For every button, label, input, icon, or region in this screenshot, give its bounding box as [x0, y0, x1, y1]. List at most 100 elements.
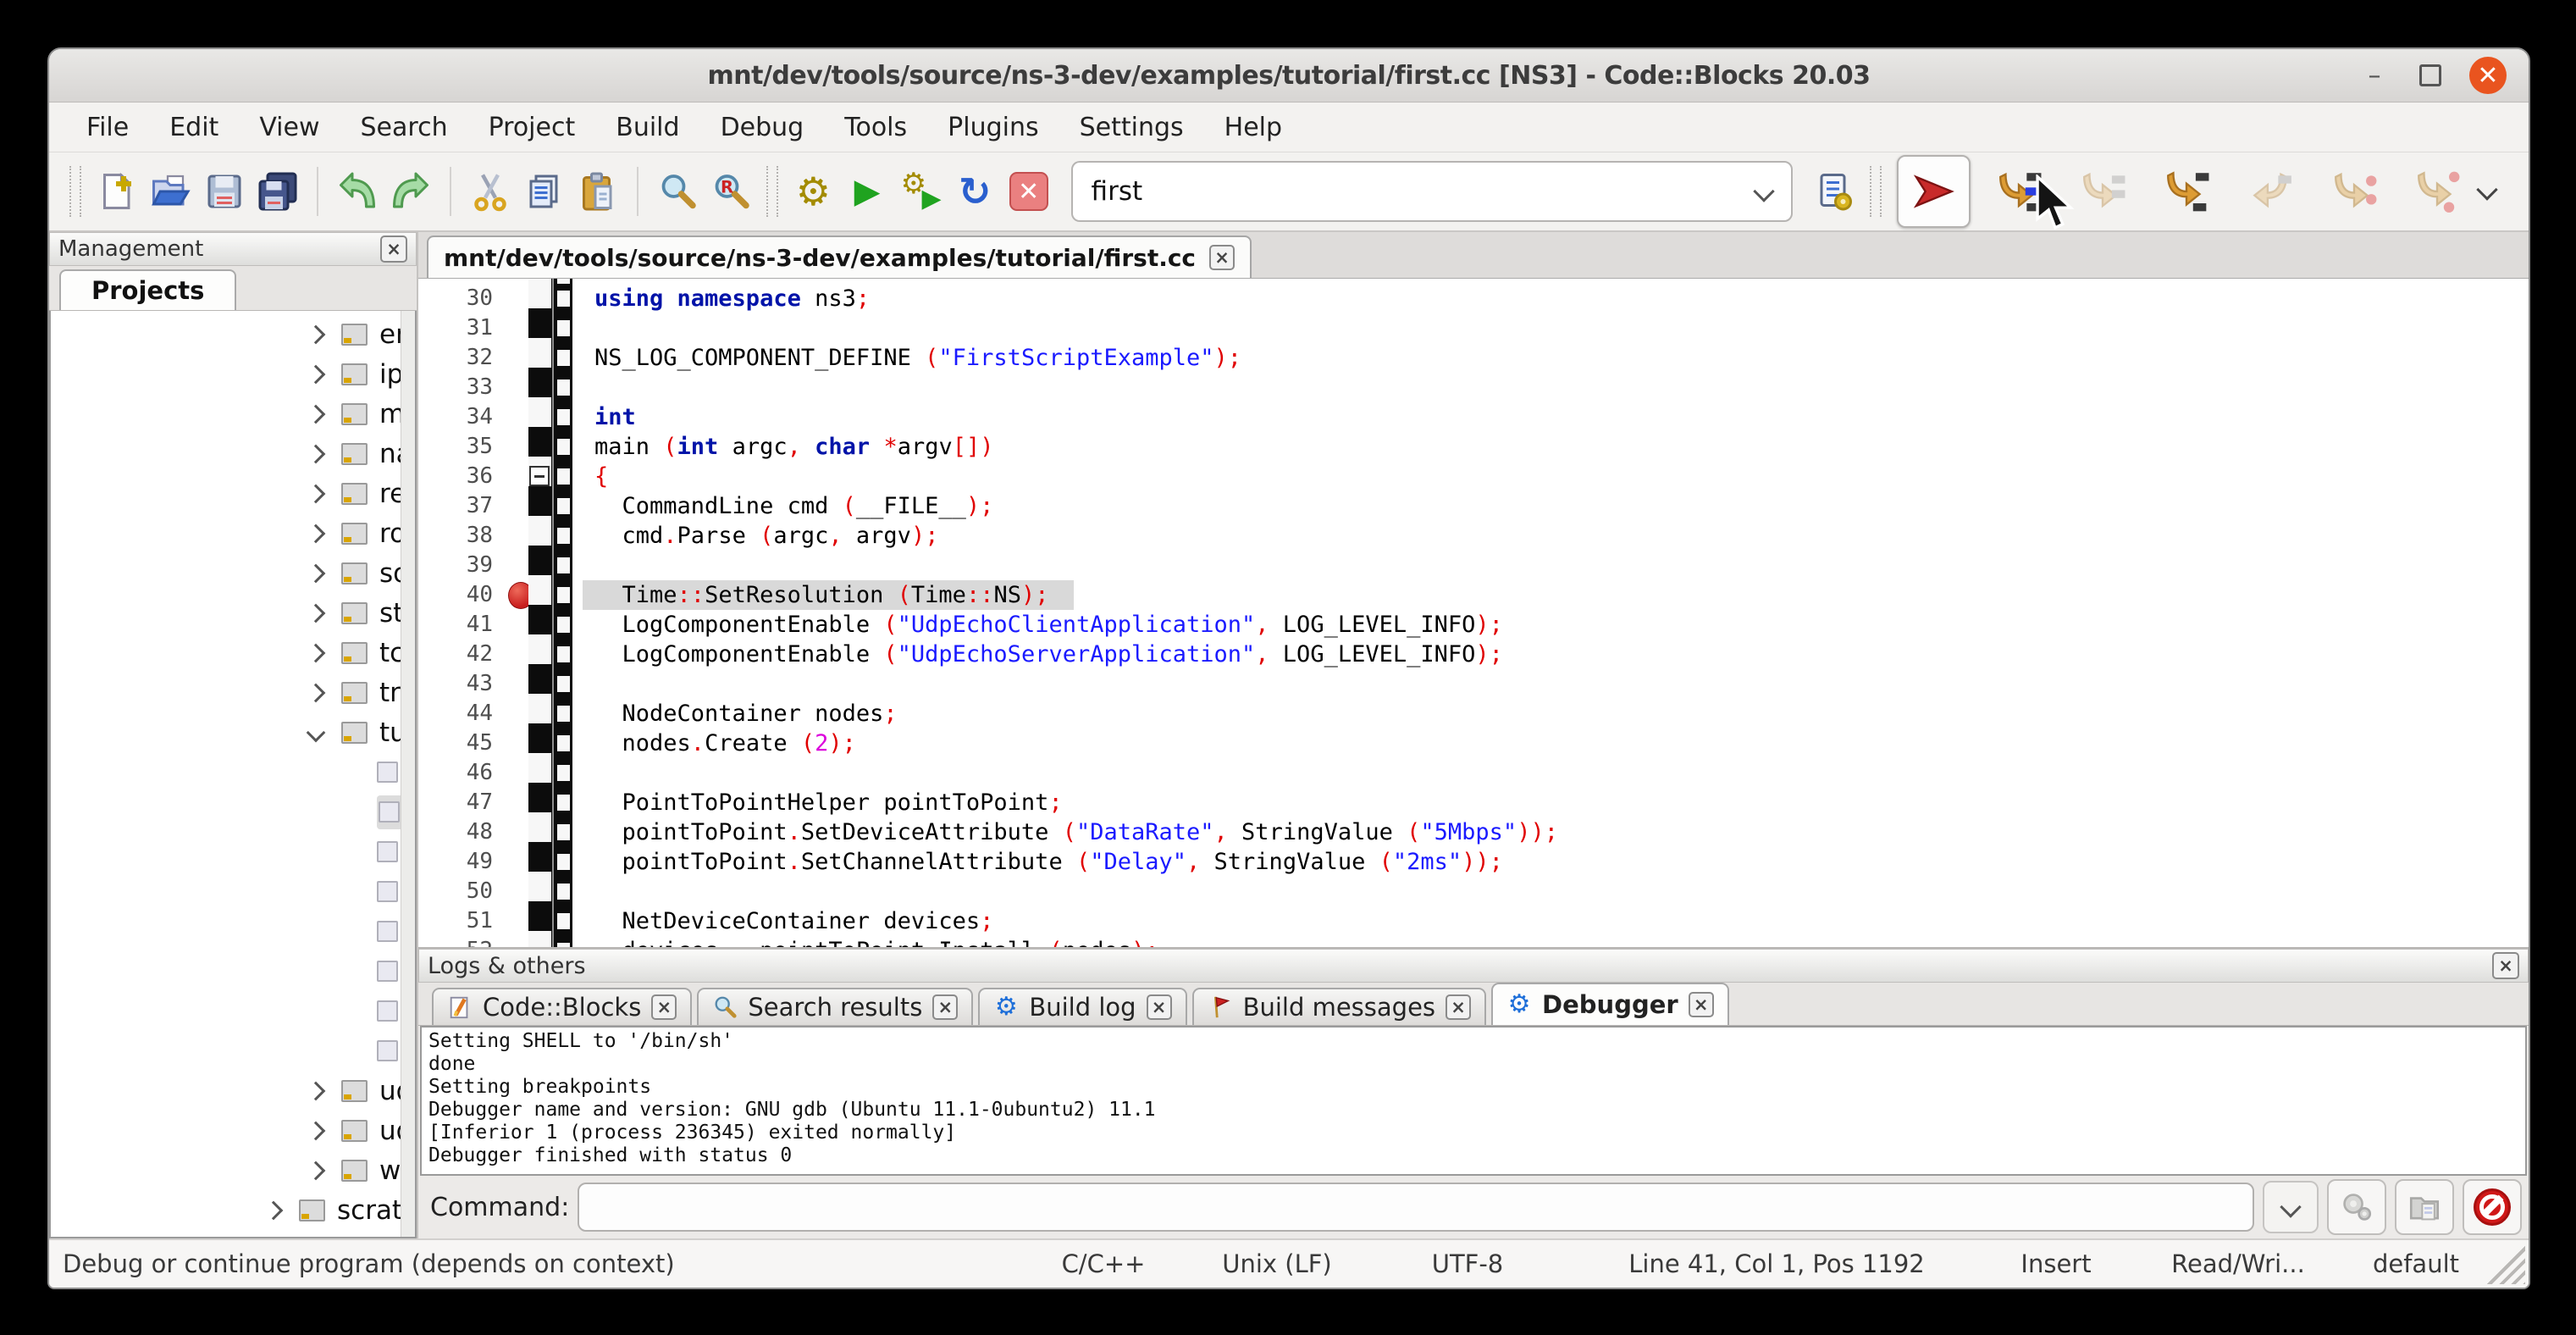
abort-button[interactable]: ✕ [1002, 162, 1056, 221]
line-number[interactable]: 45 [418, 728, 503, 758]
step-into-instruction-button[interactable] [2402, 157, 2473, 226]
run-button[interactable]: ▶ [840, 162, 894, 221]
line-number[interactable]: 50 [418, 877, 503, 906]
code-text[interactable]: LogComponentEnable ("UdpEchoServerApplic… [583, 640, 1503, 669]
code-line[interactable]: 36{ [418, 462, 2529, 491]
chevron-right-icon[interactable] [307, 1121, 326, 1140]
line-number[interactable]: 40 [418, 580, 503, 610]
chevron-right-icon[interactable] [307, 1081, 326, 1100]
step-out-button[interactable] [2235, 157, 2305, 226]
tab-close-button[interactable]: × [1689, 992, 1714, 1017]
title-bar[interactable]: mnt/dev/tools/source/ns-3-dev/examples/t… [49, 49, 2529, 102]
toolbar-grip[interactable] [766, 166, 778, 217]
combo-dropdown-button[interactable] [1737, 184, 1791, 199]
new-file-button[interactable] [90, 162, 144, 221]
open-file-button[interactable] [143, 162, 197, 221]
save-all-button[interactable] [251, 162, 305, 221]
toolbar-grip[interactable] [1870, 166, 1882, 217]
tab-close-button[interactable]: × [651, 994, 677, 1020]
tree-item-rout[interactable]: rout [51, 513, 415, 553]
build-and-run-button[interactable]: ⚙▶ [894, 162, 948, 221]
tree-item-udp[interactable]: udp [51, 1071, 415, 1111]
tree-item-he[interactable]: he [51, 872, 415, 911]
line-number[interactable]: 42 [418, 640, 503, 669]
menu-debug[interactable]: Debug [700, 102, 825, 152]
tree-item-se[interactable]: se [51, 951, 415, 991]
debugger-log[interactable]: Setting SHELL to '/bin/sh'doneSetting br… [420, 1026, 2527, 1176]
code-line[interactable]: 52 devices = pointToPoint.Install (nodes… [418, 936, 2529, 947]
maximize-button[interactable] [2413, 58, 2447, 92]
menu-plugins[interactable]: Plugins [927, 102, 1059, 152]
code-text[interactable]: LogComponentEnable ("UdpEchoClientApplic… [583, 610, 1503, 640]
rebuild-button[interactable]: ↻ [948, 162, 1002, 221]
tab-projects[interactable]: Projects [59, 269, 236, 310]
code-line[interactable]: 34 int [418, 402, 2529, 432]
command-input[interactable] [578, 1183, 2254, 1232]
tree-scrollbar[interactable] [401, 311, 415, 1237]
menu-settings[interactable]: Settings [1059, 102, 1204, 152]
tree-item-wire[interactable]: wire [51, 1150, 415, 1190]
tree-item-se[interactable]: se [51, 911, 415, 951]
code-text[interactable]: CommandLine cmd (__FILE__); [583, 491, 993, 521]
chevron-right-icon[interactable] [307, 444, 326, 463]
step-into-button[interactable] [2151, 157, 2221, 226]
code-text[interactable]: int [583, 402, 636, 432]
chevron-right-icon[interactable] [307, 683, 326, 702]
build-target-combo[interactable] [1071, 161, 1793, 222]
line-number[interactable]: 52 [418, 936, 503, 947]
line-number[interactable]: 51 [418, 906, 503, 936]
minimize-button[interactable]: – [2358, 58, 2391, 92]
menu-search[interactable]: Search [340, 102, 468, 152]
tree-item-stat[interactable]: stat [51, 593, 415, 633]
code-line[interactable]: 47 PointToPointHelper pointToPoint; [418, 788, 2529, 817]
code-line[interactable]: 30using namespace ns3; [418, 284, 2529, 313]
tab-close-button[interactable]: × [932, 994, 958, 1020]
management-close-button[interactable]: × [380, 235, 407, 263]
open-log-file-button[interactable] [2395, 1179, 2454, 1235]
save-button[interactable] [197, 162, 252, 221]
tree-item-six[interactable]: six [51, 991, 415, 1031]
code-text[interactable]: NetDeviceContainer devices; [583, 906, 993, 936]
code-text[interactable]: main (int argc, char *argv[]) [583, 432, 994, 462]
line-number[interactable]: 41 [418, 610, 503, 640]
tab-build-messages[interactable]: Build messages× [1192, 988, 1486, 1025]
code-line[interactable]: 44 NodeContainer nodes; [418, 699, 2529, 728]
code-text[interactable]: devices = pointToPoint.Install (nodes); [583, 936, 1159, 947]
chevron-down-icon[interactable] [307, 723, 326, 742]
code-line[interactable]: 39 [418, 551, 2529, 580]
menu-file[interactable]: File [66, 102, 149, 152]
line-number[interactable]: 30 [418, 284, 503, 313]
line-number[interactable]: 37 [418, 491, 503, 521]
editor-tab-close-button[interactable]: × [1209, 245, 1235, 270]
build-target-options-button[interactable] [1808, 162, 1862, 221]
code-editor[interactable]: 30using namespace ns3;3132NS_LOG_COMPONE… [418, 279, 2529, 947]
tree-item-erro[interactable]: erro [51, 314, 415, 354]
line-number[interactable]: 49 [418, 847, 503, 877]
code-text[interactable]: PointToPointHelper pointToPoint; [583, 788, 1063, 817]
code-line[interactable]: 41 LogComponentEnable ("UdpEchoClientApp… [418, 610, 2529, 640]
line-number[interactable]: 34 [418, 402, 503, 432]
code-line[interactable]: 31 [418, 313, 2529, 343]
menu-project[interactable]: Project [468, 102, 596, 152]
tree-item-mat[interactable]: mat [51, 394, 415, 434]
code-line[interactable]: 32NS_LOG_COMPONENT_DEFINE ("FirstScriptE… [418, 343, 2529, 373]
menu-tools[interactable]: Tools [824, 102, 927, 152]
code-text[interactable]: nodes.Create (2); [583, 728, 856, 758]
tab-build-log[interactable]: ⚙Build log× [978, 988, 1186, 1025]
close-button[interactable]: ✕ [2469, 57, 2507, 94]
line-number[interactable]: 31 [418, 313, 503, 343]
tree-item-nam[interactable]: nam [51, 434, 415, 474]
menu-edit[interactable]: Edit [149, 102, 239, 152]
tree-item-th[interactable]: th [51, 1031, 415, 1071]
code-line[interactable]: 42 LogComponentEnable ("UdpEchoServerApp… [418, 640, 2529, 669]
find-button[interactable] [650, 162, 705, 221]
line-number[interactable]: 39 [418, 551, 503, 580]
code-line[interactable]: 37 CommandLine cmd (__FILE__); [418, 491, 2529, 521]
build-target-input[interactable] [1073, 176, 1737, 207]
code-line[interactable]: 33 [418, 373, 2529, 402]
tab-debugger[interactable]: ⚙Debugger× [1491, 983, 1729, 1025]
chevron-right-icon[interactable] [307, 603, 326, 623]
menu-build[interactable]: Build [595, 102, 699, 152]
code-line[interactable]: 45 nodes.Create (2); [418, 728, 2529, 758]
tree-item-sock[interactable]: sock [51, 553, 415, 593]
